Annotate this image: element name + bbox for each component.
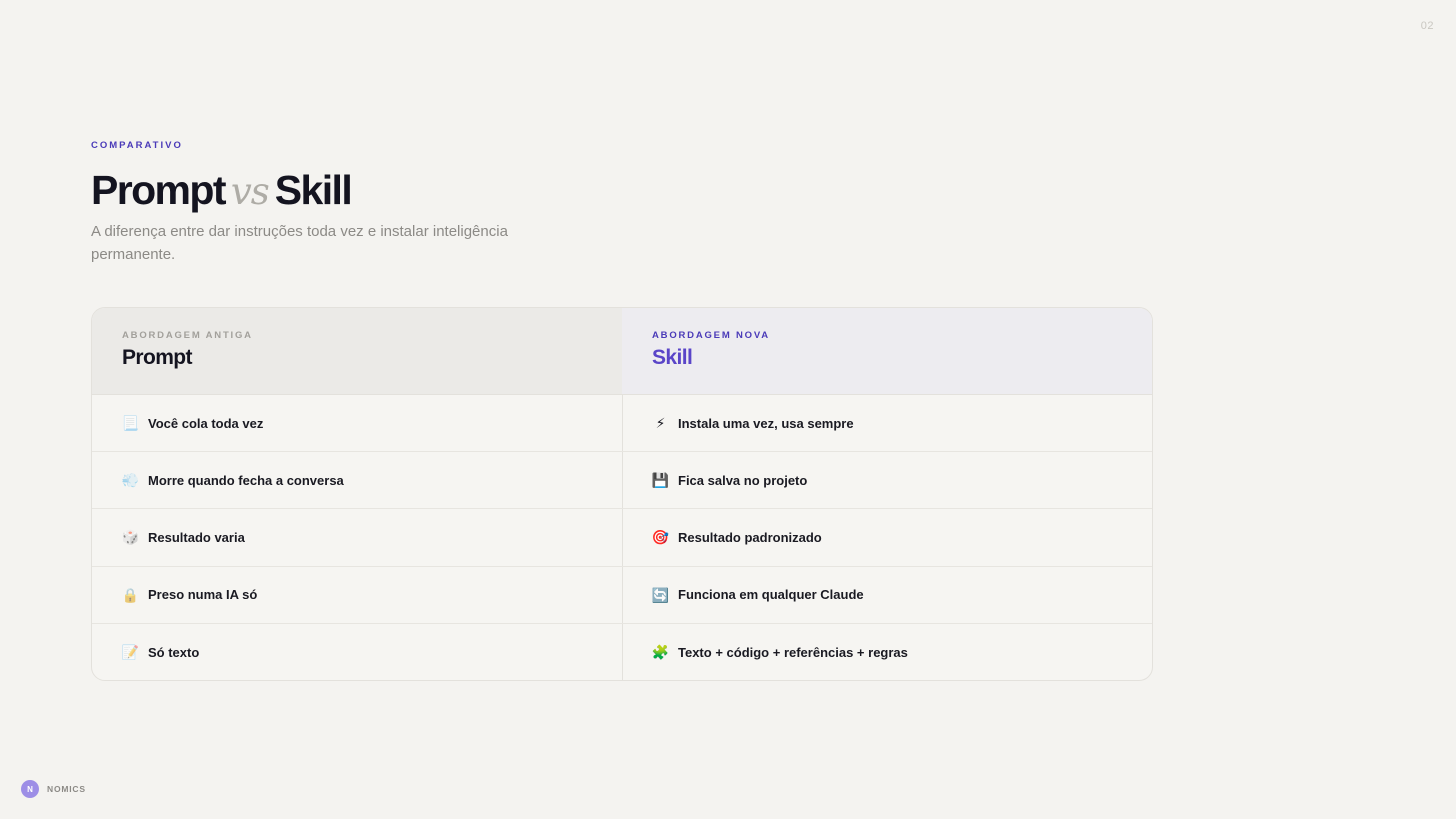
skill-row: 🔄 Funciona em qualquer Claude [622,567,1152,624]
puzzle-icon: 🧩 [651,644,670,661]
page-icon: 📃 [121,415,140,432]
memo-icon: 📝 [121,644,140,661]
skill-row: 🎯 Resultado padronizado [622,509,1152,567]
brand-name: NOMICS [47,784,86,794]
prompt-row-text: Só texto [148,644,200,660]
page-title: Prompt vs Skill [91,166,353,216]
prompt-row-text: Resultado varia [148,529,245,545]
comparison-table: ABORDAGEM ANTIGA Prompt 📃 Você cola toda… [91,307,1153,681]
prompt-column-tag: ABORDAGEM ANTIGA [122,330,253,341]
lightning-icon: ⚡ [655,415,666,432]
dash-away-icon: 💨 [121,472,140,489]
lock-icon: 🔒 [121,586,140,603]
prompt-row-text: Você cola toda vez [148,415,264,431]
prompt-row: 💨 Morre quando fecha a conversa [92,452,622,510]
prompt-row: 📃 Você cola toda vez [92,395,622,453]
skill-row-text: Resultado padronizado [678,529,822,545]
skill-row: ⚡ Instala uma vez, usa sempre [622,395,1152,453]
footer-brand: N NOMICS [21,780,86,798]
prompt-row-text: Morre quando fecha a conversa [148,472,344,488]
refresh-icon: 🔄 [651,586,670,603]
skill-column: ABORDAGEM NOVA Skill ⚡ Instala uma vez, … [622,308,1152,680]
skill-column-header: ABORDAGEM NOVA Skill [622,308,1152,395]
skill-row-text: Texto + código + referências + regras [678,644,908,660]
skill-column-title: Skill [652,346,693,369]
prompt-row: 🔒 Preso numa IA só [92,567,622,624]
prompt-row: 🎲 Resultado varia [92,509,622,567]
section-eyebrow: COMPARATIVO [91,140,183,151]
title-skill: Skill [274,167,353,213]
page-number: 02 [1420,20,1434,32]
title-vs: vs [230,170,270,213]
skill-row: 💾 Fica salva no projeto [622,452,1152,510]
skill-row-text: Fica salva no projeto [678,472,808,488]
skill-row: 🧩 Texto + código + referências + regras [622,624,1152,680]
prompt-row-text: Preso numa IA só [148,587,258,603]
floppy-disk-icon: 💾 [651,472,670,489]
dice-icon: 🎲 [121,529,140,546]
prompt-column-header: ABORDAGEM ANTIGA Prompt [92,308,622,395]
brand-logo: N [21,780,39,798]
page-subtitle: A diferença entre dar instruções toda ve… [91,223,508,263]
prompt-row: 📝 Só texto [92,624,622,680]
title-prompt: Prompt [91,167,227,213]
skill-row-text: Funciona em qualquer Claude [678,587,864,603]
prompt-column-title: Prompt [122,346,193,369]
skill-column-tag: ABORDAGEM NOVA [652,330,770,341]
skill-row-text: Instala uma vez, usa sempre [678,415,854,431]
target-icon: 🎯 [651,529,670,546]
prompt-column: ABORDAGEM ANTIGA Prompt 📃 Você cola toda… [92,308,623,680]
